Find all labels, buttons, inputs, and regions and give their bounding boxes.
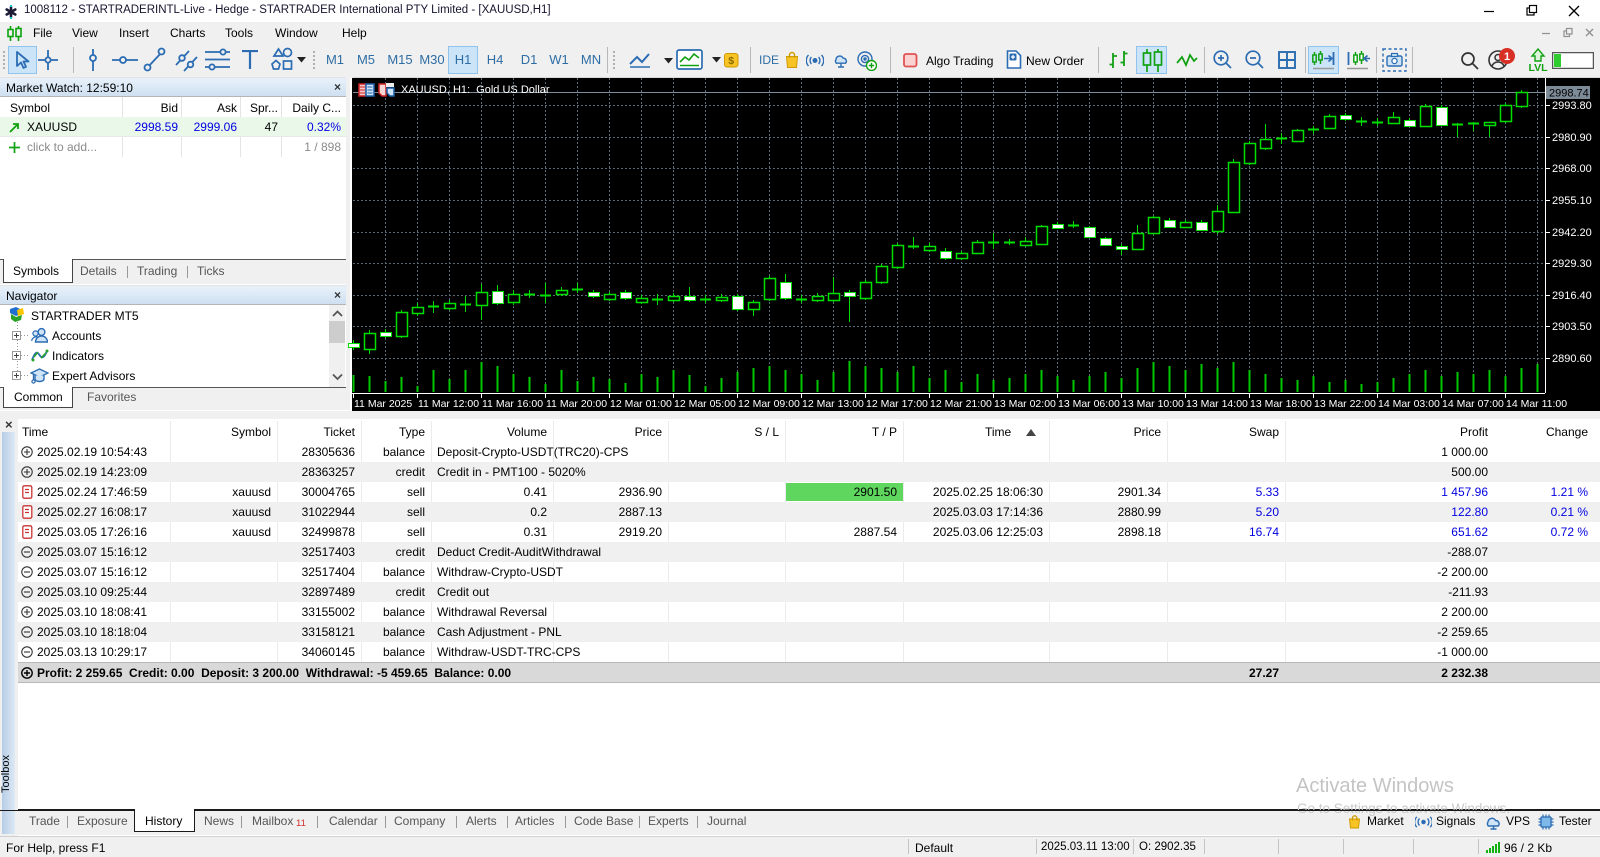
svg-text:2993.80: 2993.80 bbox=[1552, 100, 1592, 112]
svg-text:2903.50: 2903.50 bbox=[1552, 321, 1592, 333]
svg-text:12 Mar 05:00: 12 Mar 05:00 bbox=[674, 398, 736, 410]
svg-text:12 Mar 13:00: 12 Mar 13:00 bbox=[802, 398, 864, 410]
svg-text:14 Mar 03:00: 14 Mar 03:00 bbox=[1378, 398, 1440, 410]
svg-text:11 Mar 20:00: 11 Mar 20:00 bbox=[546, 398, 607, 410]
svg-text:12 Mar 21:00: 12 Mar 21:00 bbox=[930, 398, 992, 410]
svg-text:13 Mar 14:00: 13 Mar 14:00 bbox=[1186, 398, 1248, 410]
svg-text:2929.30: 2929.30 bbox=[1552, 258, 1592, 270]
svg-text:11 Mar 2025: 11 Mar 2025 bbox=[354, 398, 412, 410]
svg-text:2916.40: 2916.40 bbox=[1552, 290, 1592, 302]
svg-text:2955.10: 2955.10 bbox=[1552, 195, 1592, 207]
svg-text:XAUUSD, H1: Gold US Dollar: XAUUSD, H1: Gold US Dollar bbox=[401, 84, 550, 96]
svg-text:12 Mar 01:00: 12 Mar 01:00 bbox=[610, 398, 672, 410]
svg-text:2980.90: 2980.90 bbox=[1552, 132, 1592, 144]
svg-text:13 Mar 02:00: 13 Mar 02:00 bbox=[994, 398, 1056, 410]
svg-text:11 Mar 16:00: 11 Mar 16:00 bbox=[482, 398, 543, 410]
svg-text:13 Mar 22:00: 13 Mar 22:00 bbox=[1314, 398, 1376, 410]
svg-text:12 Mar 17:00: 12 Mar 17:00 bbox=[866, 398, 928, 410]
svg-text:13 Mar 18:00: 13 Mar 18:00 bbox=[1250, 398, 1312, 410]
svg-text:12 Mar 09:00: 12 Mar 09:00 bbox=[738, 398, 800, 410]
svg-text:2942.20: 2942.20 bbox=[1552, 227, 1592, 239]
svg-text:13 Mar 06:00: 13 Mar 06:00 bbox=[1058, 398, 1120, 410]
svg-text:14 Mar 07:00: 14 Mar 07:00 bbox=[1442, 398, 1504, 410]
svg-text:2890.60: 2890.60 bbox=[1552, 353, 1592, 365]
svg-text:11 Mar 12:00: 11 Mar 12:00 bbox=[418, 398, 479, 410]
svg-text:13 Mar 10:00: 13 Mar 10:00 bbox=[1122, 398, 1184, 410]
svg-text:2968.00: 2968.00 bbox=[1552, 163, 1592, 175]
svg-text:14 Mar 11:00: 14 Mar 11:00 bbox=[1506, 398, 1567, 410]
svg-text:2998.74: 2998.74 bbox=[1549, 88, 1589, 100]
